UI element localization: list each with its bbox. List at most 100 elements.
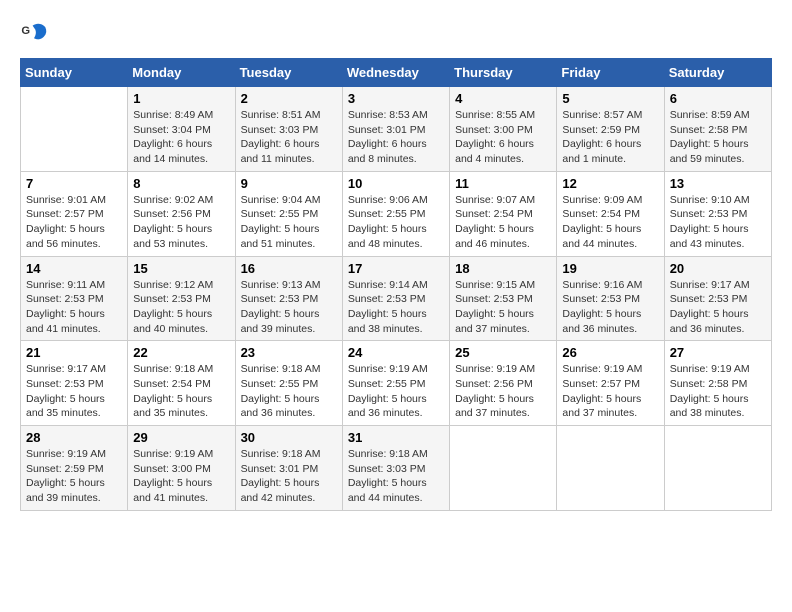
calendar-cell	[664, 426, 771, 511]
calendar-cell: 7 Sunrise: 9:01 AM Sunset: 2:57 PM Daylig…	[21, 171, 128, 256]
day-info: Sunrise: 9:18 AM Sunset: 3:03 PM Dayligh…	[348, 447, 444, 506]
day-info: Sunrise: 8:51 AM Sunset: 3:03 PM Dayligh…	[241, 108, 337, 167]
day-info: Sunrise: 9:18 AM Sunset: 3:01 PM Dayligh…	[241, 447, 337, 506]
day-number: 22	[133, 345, 229, 360]
calendar-table: SundayMondayTuesdayWednesdayThursdayFrid…	[20, 58, 772, 511]
calendar-week-row: 21 Sunrise: 9:17 AM Sunset: 2:53 PM Dayli…	[21, 341, 772, 426]
day-number: 26	[562, 345, 658, 360]
calendar-cell: 4 Sunrise: 8:55 AM Sunset: 3:00 PM Daylig…	[450, 87, 557, 172]
day-info: Sunrise: 9:02 AM Sunset: 2:56 PM Dayligh…	[133, 193, 229, 252]
calendar-cell: 9 Sunrise: 9:04 AM Sunset: 2:55 PM Daylig…	[235, 171, 342, 256]
calendar-week-row: 7 Sunrise: 9:01 AM Sunset: 2:57 PM Daylig…	[21, 171, 772, 256]
day-info: Sunrise: 9:10 AM Sunset: 2:53 PM Dayligh…	[670, 193, 766, 252]
calendar-cell	[450, 426, 557, 511]
day-number: 7	[26, 176, 122, 191]
calendar-cell: 5 Sunrise: 8:57 AM Sunset: 2:59 PM Daylig…	[557, 87, 664, 172]
day-number: 18	[455, 261, 551, 276]
calendar-cell: 30 Sunrise: 9:18 AM Sunset: 3:01 PM Dayli…	[235, 426, 342, 511]
day-number: 5	[562, 91, 658, 106]
day-info: Sunrise: 8:53 AM Sunset: 3:01 PM Dayligh…	[348, 108, 444, 167]
day-info: Sunrise: 8:59 AM Sunset: 2:58 PM Dayligh…	[670, 108, 766, 167]
day-info: Sunrise: 9:19 AM Sunset: 2:58 PM Dayligh…	[670, 362, 766, 421]
calendar-cell: 14Sunrise: 9:11 AM Sunset: 2:53 PM Dayli…	[21, 256, 128, 341]
calendar-week-row: 1Sunrise: 8:49 AM Sunset: 3:04 PM Daylig…	[21, 87, 772, 172]
weekday-header: Monday	[128, 59, 235, 87]
weekday-header: Sunday	[21, 59, 128, 87]
logo-icon: G	[20, 20, 48, 48]
day-number: 28	[26, 430, 122, 445]
day-info: Sunrise: 9:17 AM Sunset: 2:53 PM Dayligh…	[670, 278, 766, 337]
day-number: 24	[348, 345, 444, 360]
day-info: Sunrise: 9:19 AM Sunset: 2:55 PM Dayligh…	[348, 362, 444, 421]
calendar-cell: 11 Sunrise: 9:07 AM Sunset: 2:54 PM Dayli…	[450, 171, 557, 256]
day-number: 21	[26, 345, 122, 360]
day-info: Sunrise: 9:16 AM Sunset: 2:53 PM Dayligh…	[562, 278, 658, 337]
day-number: 8	[133, 176, 229, 191]
calendar-cell: 3 Sunrise: 8:53 AM Sunset: 3:01 PM Daylig…	[342, 87, 449, 172]
day-info: Sunrise: 9:18 AM Sunset: 2:54 PM Dayligh…	[133, 362, 229, 421]
calendar-week-row: 14Sunrise: 9:11 AM Sunset: 2:53 PM Dayli…	[21, 256, 772, 341]
day-info: Sunrise: 9:17 AM Sunset: 2:53 PM Dayligh…	[26, 362, 122, 421]
day-info: Sunrise: 9:19 AM Sunset: 2:56 PM Dayligh…	[455, 362, 551, 421]
calendar-cell: 19Sunrise: 9:16 AM Sunset: 2:53 PM Dayli…	[557, 256, 664, 341]
calendar-cell: 24 Sunrise: 9:19 AM Sunset: 2:55 PM Dayli…	[342, 341, 449, 426]
calendar-cell: 23 Sunrise: 9:18 AM Sunset: 2:55 PM Dayli…	[235, 341, 342, 426]
logo: G	[20, 20, 52, 48]
day-number: 13	[670, 176, 766, 191]
day-number: 11	[455, 176, 551, 191]
calendar-header-row: SundayMondayTuesdayWednesdayThursdayFrid…	[21, 59, 772, 87]
calendar-week-row: 28 Sunrise: 9:19 AM Sunset: 2:59 PM Dayli…	[21, 426, 772, 511]
calendar-cell: 16 Sunrise: 9:13 AM Sunset: 2:53 PM Dayli…	[235, 256, 342, 341]
day-info: Sunrise: 9:19 AM Sunset: 3:00 PM Dayligh…	[133, 447, 229, 506]
day-info: Sunrise: 9:04 AM Sunset: 2:55 PM Dayligh…	[241, 193, 337, 252]
day-info: Sunrise: 9:18 AM Sunset: 2:55 PM Dayligh…	[241, 362, 337, 421]
weekday-header: Friday	[557, 59, 664, 87]
day-info: Sunrise: 9:13 AM Sunset: 2:53 PM Dayligh…	[241, 278, 337, 337]
calendar-cell: 1Sunrise: 8:49 AM Sunset: 3:04 PM Daylig…	[128, 87, 235, 172]
day-info: Sunrise: 9:14 AM Sunset: 2:53 PM Dayligh…	[348, 278, 444, 337]
day-number: 29	[133, 430, 229, 445]
calendar-cell: 27 Sunrise: 9:19 AM Sunset: 2:58 PM Dayli…	[664, 341, 771, 426]
calendar-cell: 26 Sunrise: 9:19 AM Sunset: 2:57 PM Dayli…	[557, 341, 664, 426]
day-number: 2	[241, 91, 337, 106]
day-info: Sunrise: 9:07 AM Sunset: 2:54 PM Dayligh…	[455, 193, 551, 252]
calendar-cell: 6 Sunrise: 8:59 AM Sunset: 2:58 PM Daylig…	[664, 87, 771, 172]
calendar-cell: 22 Sunrise: 9:18 AM Sunset: 2:54 PM Dayli…	[128, 341, 235, 426]
day-info: Sunrise: 8:49 AM Sunset: 3:04 PM Dayligh…	[133, 108, 229, 167]
calendar-cell	[557, 426, 664, 511]
weekday-header: Saturday	[664, 59, 771, 87]
calendar-cell: 18Sunrise: 9:15 AM Sunset: 2:53 PM Dayli…	[450, 256, 557, 341]
calendar-cell: 25Sunrise: 9:19 AM Sunset: 2:56 PM Dayli…	[450, 341, 557, 426]
calendar-cell	[21, 87, 128, 172]
weekday-header: Thursday	[450, 59, 557, 87]
day-number: 30	[241, 430, 337, 445]
day-number: 16	[241, 261, 337, 276]
day-number: 6	[670, 91, 766, 106]
calendar-cell: 29 Sunrise: 9:19 AM Sunset: 3:00 PM Dayli…	[128, 426, 235, 511]
calendar-cell: 17 Sunrise: 9:14 AM Sunset: 2:53 PM Dayli…	[342, 256, 449, 341]
day-info: Sunrise: 9:19 AM Sunset: 2:59 PM Dayligh…	[26, 447, 122, 506]
day-number: 17	[348, 261, 444, 276]
day-number: 3	[348, 91, 444, 106]
day-number: 27	[670, 345, 766, 360]
day-number: 20	[670, 261, 766, 276]
day-info: Sunrise: 9:19 AM Sunset: 2:57 PM Dayligh…	[562, 362, 658, 421]
day-info: Sunrise: 8:57 AM Sunset: 2:59 PM Dayligh…	[562, 108, 658, 167]
calendar-cell: 31 Sunrise: 9:18 AM Sunset: 3:03 PM Dayli…	[342, 426, 449, 511]
calendar-cell: 28 Sunrise: 9:19 AM Sunset: 2:59 PM Dayli…	[21, 426, 128, 511]
calendar-cell: 21 Sunrise: 9:17 AM Sunset: 2:53 PM Dayli…	[21, 341, 128, 426]
day-info: Sunrise: 8:55 AM Sunset: 3:00 PM Dayligh…	[455, 108, 551, 167]
day-number: 23	[241, 345, 337, 360]
day-number: 12	[562, 176, 658, 191]
day-number: 4	[455, 91, 551, 106]
day-info: Sunrise: 9:01 AM Sunset: 2:57 PM Dayligh…	[26, 193, 122, 252]
svg-text:G: G	[21, 25, 30, 37]
day-info: Sunrise: 9:09 AM Sunset: 2:54 PM Dayligh…	[562, 193, 658, 252]
day-number: 15	[133, 261, 229, 276]
day-number: 9	[241, 176, 337, 191]
day-number: 31	[348, 430, 444, 445]
day-number: 10	[348, 176, 444, 191]
calendar-cell: 12 Sunrise: 9:09 AM Sunset: 2:54 PM Dayli…	[557, 171, 664, 256]
day-info: Sunrise: 9:11 AM Sunset: 2:53 PM Dayligh…	[26, 278, 122, 337]
calendar-cell: 8 Sunrise: 9:02 AM Sunset: 2:56 PM Daylig…	[128, 171, 235, 256]
